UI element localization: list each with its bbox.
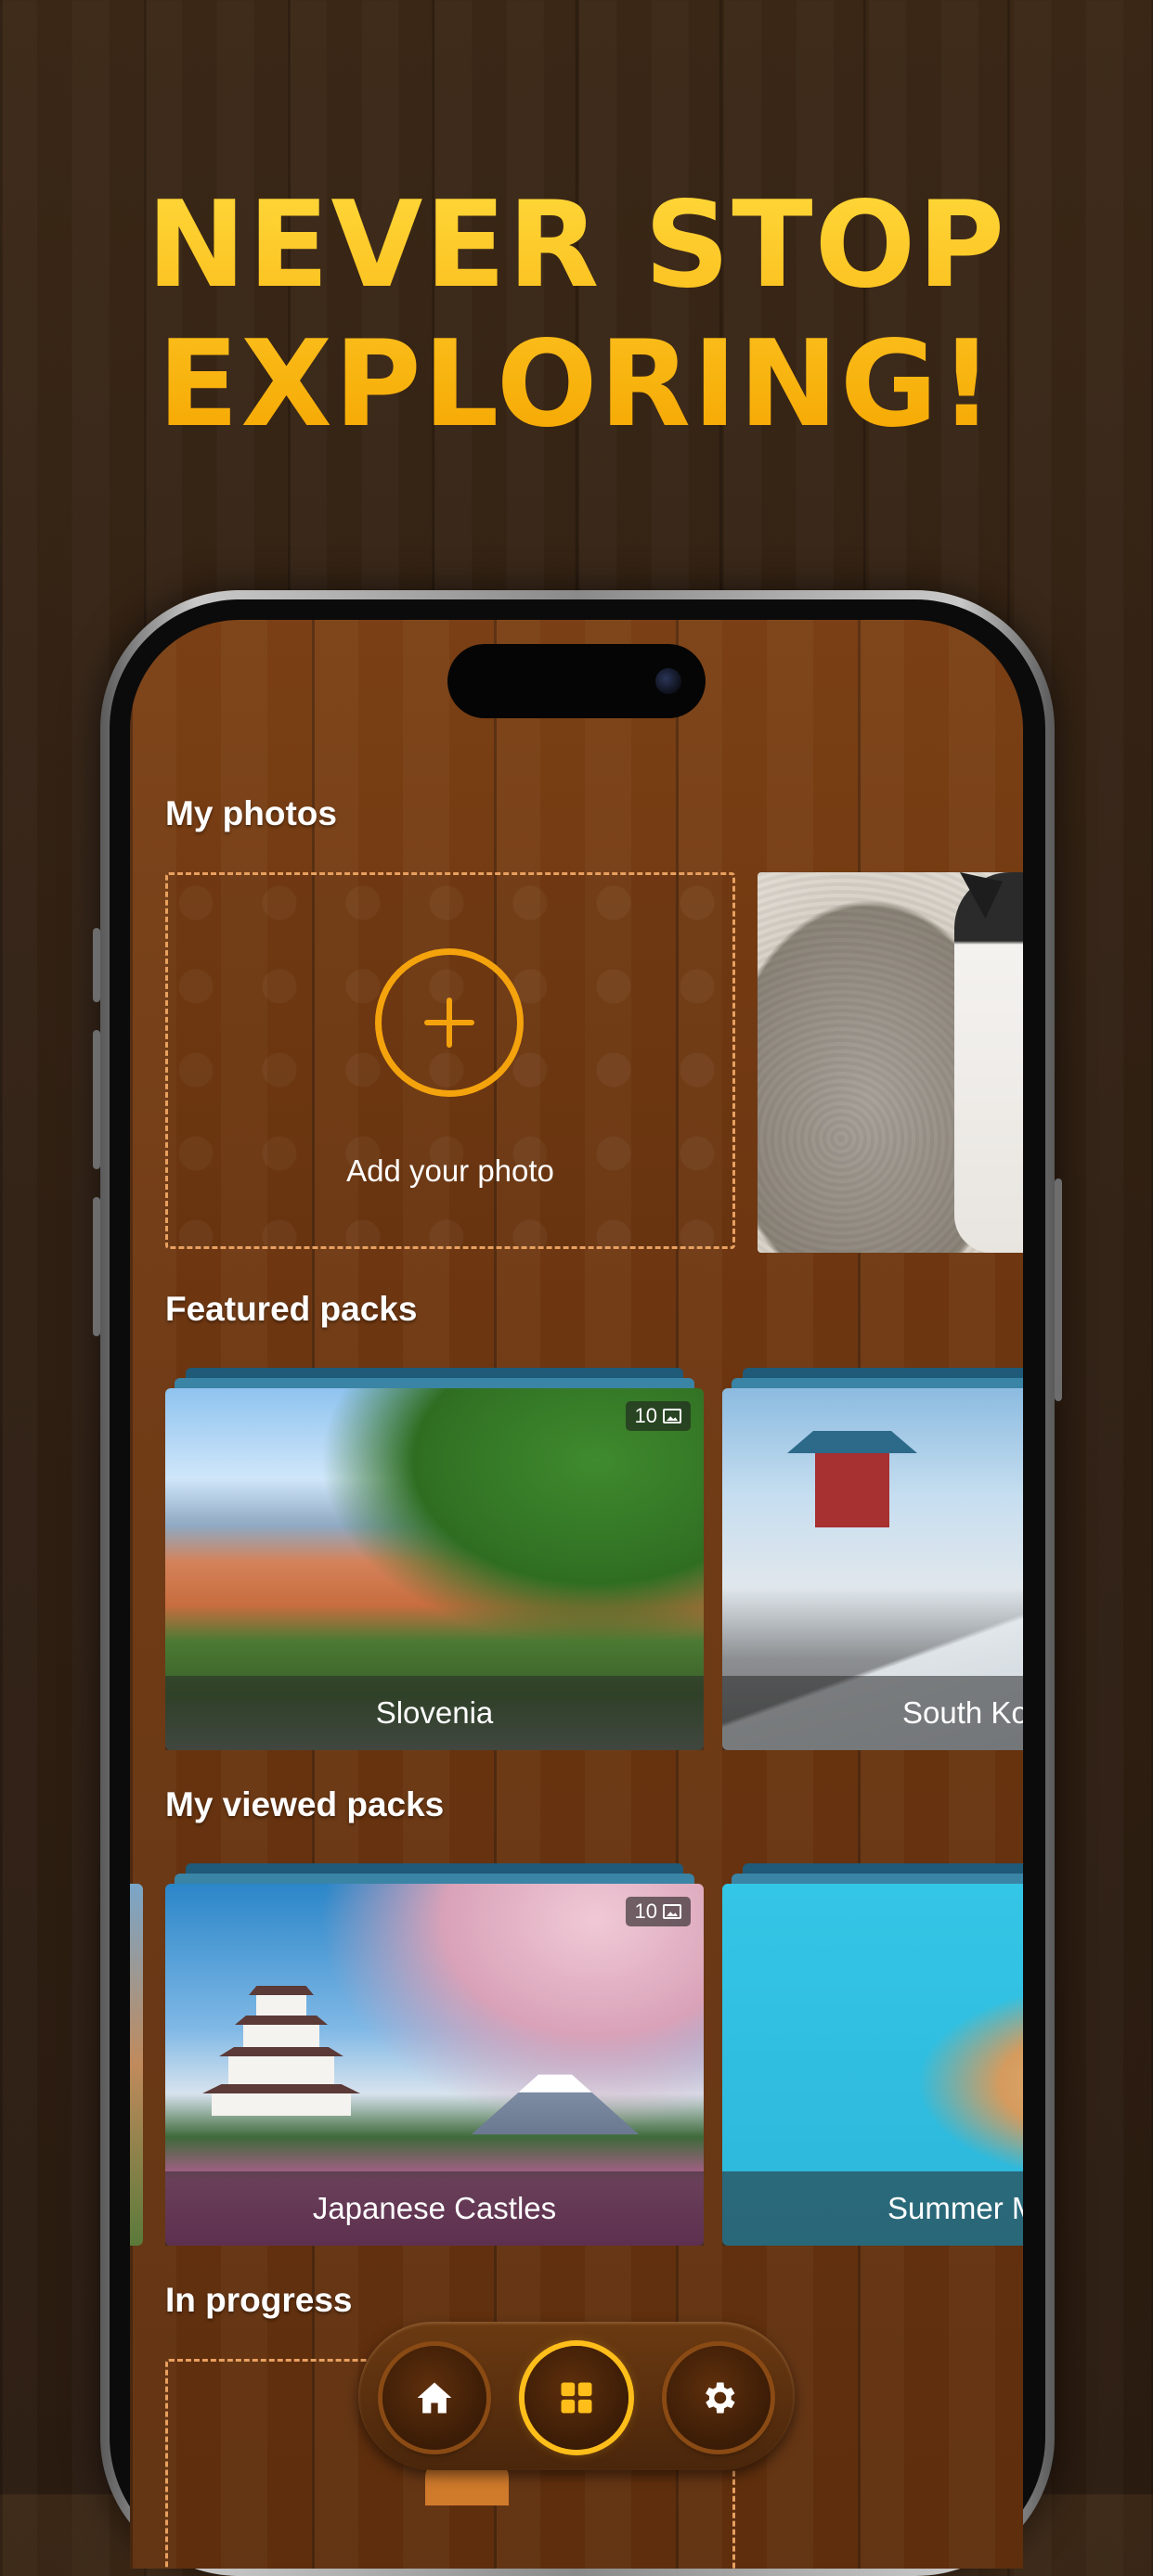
- headline-line-2: EXPLORING!: [157, 316, 996, 454]
- photo-count: 10: [634, 1900, 657, 1923]
- pack-caption: Slovenia: [165, 1676, 704, 1750]
- pagoda-image: [787, 1425, 917, 1611]
- pack-card-summer[interactable]: Summer M: [722, 1863, 1023, 2246]
- add-photo-card[interactable]: Add your photo: [165, 872, 735, 1249]
- gear-icon: [706, 2382, 735, 2414]
- section-title-my-photos: My photos: [165, 794, 337, 832]
- mountain-image: [472, 2074, 639, 2134]
- app-screen: My photos Add your photo Featured packs …: [130, 620, 1023, 2569]
- nav-home-button[interactable]: [382, 2346, 486, 2450]
- add-photo-button[interactable]: [375, 948, 524, 1097]
- add-photo-label: Add your photo: [346, 1153, 554, 1188]
- image-icon: [663, 1904, 681, 1919]
- section-title-in-progress: In progress: [165, 2281, 353, 2319]
- user-photo-dog[interactable]: [758, 872, 1023, 1253]
- camera-icon: [655, 668, 681, 694]
- plus-icon: [424, 998, 474, 1048]
- image-icon: [663, 1409, 681, 1423]
- phone-power-button: [1055, 1179, 1062, 1401]
- section-title-featured-packs: Featured packs: [165, 1290, 418, 1328]
- headline-line-1: NEVER STOP: [146, 176, 1007, 315]
- nav-settings-button[interactable]: [667, 2346, 771, 2450]
- phone-volume-down: [93, 1197, 100, 1336]
- photo-count: 10: [634, 1404, 657, 1427]
- pack-card-south-korea[interactable]: South Ko: [722, 1368, 1023, 1750]
- pack-caption: South Ko: [722, 1676, 1023, 1750]
- castle-image: [202, 1986, 360, 2116]
- photo-count-badge: 10: [625, 1401, 691, 1431]
- pack-caption: Japanese Castles: [165, 2171, 704, 2246]
- photo-count-badge: 10: [625, 1897, 691, 1926]
- headline: NEVER STOP EXPLORING!: [0, 176, 1153, 455]
- phone-side-button: [93, 928, 100, 1002]
- dynamic-island: [447, 644, 706, 718]
- pack-caption: Summer M: [722, 2171, 1023, 2246]
- phone-volume-up: [93, 1030, 100, 1169]
- pack-image: [130, 1884, 143, 2246]
- section-title-my-viewed-packs: My viewed packs: [165, 1785, 445, 1823]
- dog-image: [954, 872, 1023, 1253]
- pack-card-slovenia[interactable]: 10 Slovenia: [165, 1368, 704, 1750]
- nav-grid-button[interactable]: [525, 2346, 628, 2450]
- grid-icon: [561, 2382, 592, 2414]
- home-icon: [417, 2382, 452, 2414]
- pack-card-japanese-castles[interactable]: 10 Japanese Castles: [165, 1863, 704, 2246]
- pack-card-partial-left[interactable]: [130, 1884, 143, 2246]
